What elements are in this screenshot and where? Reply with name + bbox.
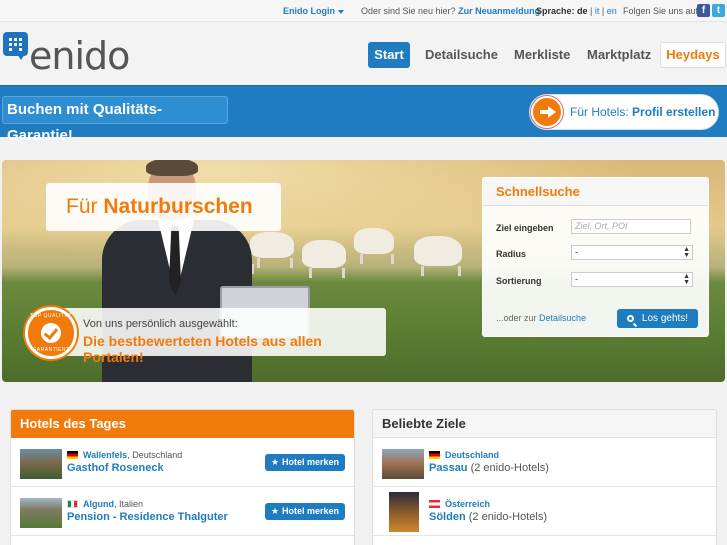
- destination-thumbnail[interactable]: [389, 492, 419, 532]
- destination-link[interactable]: Passau (2 enido-Hotels): [429, 462, 549, 474]
- save-hotel-button[interactable]: ★ Hotel merken: [265, 454, 345, 471]
- checkmark-icon: [41, 323, 61, 343]
- nav-merkliste[interactable]: Merkliste: [514, 42, 570, 68]
- popular-destinations-panel: Beliebte Ziele Deutschland Passau (2 eni…: [372, 409, 717, 545]
- sort-select[interactable]: - ▲ ▼: [571, 272, 693, 287]
- destination-link[interactable]: Sölden (2 enido-Hotels): [429, 511, 547, 523]
- star-icon: ★: [270, 457, 280, 467]
- hotel-thumbnail[interactable]: [20, 498, 62, 528]
- list-item[interactable]: Wallenfels, Deutschland Gasthof Roseneck…: [11, 439, 354, 487]
- panel-title: Hotels des Tages: [11, 410, 354, 438]
- facebook-icon[interactable]: f: [697, 4, 710, 17]
- detail-search-prompt: ...oder zur Detailsuche: [496, 313, 587, 323]
- create-profile-label: Für Hotels: Profil erstellen: [570, 105, 716, 119]
- search-icon: [626, 315, 634, 322]
- select-arrows-icon: ▲ ▼: [683, 273, 690, 286]
- list-item[interactable]: Österreich Sölden (2 enido-Hotels): [373, 488, 716, 536]
- quality-seal-icon: TOP QUALITÄT GARANTIERT: [25, 307, 77, 359]
- logo-text: enido: [29, 34, 130, 78]
- hotel-name-link[interactable]: Gasthof Roseneck: [67, 462, 164, 474]
- hero-tagline: Von uns persönlich ausgewählt: Die bestb…: [56, 308, 386, 365]
- hotel-name-link[interactable]: Pension - Residence Thalguter: [67, 511, 228, 523]
- germany-flag-icon: [429, 451, 440, 459]
- lang-it[interactable]: it: [595, 6, 600, 16]
- create-profile-button[interactable]: Für Hotels: Profil erstellen: [529, 94, 719, 130]
- destination-thumbnail[interactable]: [382, 449, 424, 479]
- nav-start[interactable]: Start: [368, 42, 410, 68]
- language-switcher: Sprache: de | it | en: [536, 6, 617, 16]
- detail-search-link[interactable]: Detailsuche: [539, 313, 586, 323]
- chevron-down-icon: [338, 9, 344, 14]
- signup-prompt: Oder sind Sie neu hier? Zur Neuanmeldung: [361, 6, 541, 16]
- panel-title: Beliebte Ziele: [373, 410, 716, 438]
- list-item[interactable]: Algund, Italien Pension - Residence Thal…: [11, 488, 354, 536]
- hotels-of-the-day-panel: Hotels des Tages Wallenfels, Deutschland…: [10, 409, 355, 545]
- twitter-icon[interactable]: t: [712, 4, 725, 17]
- promo-band: Buchen mit Qualitäts-Garantie! Für Hotel…: [0, 85, 727, 144]
- radius-select[interactable]: - ▲ ▼: [571, 245, 693, 260]
- sort-label: Sortierung: [496, 276, 542, 286]
- cow-image: [302, 240, 346, 278]
- signup-link[interactable]: Zur Neuanmeldung: [458, 6, 540, 16]
- cow-image: [414, 236, 462, 276]
- save-hotel-button[interactable]: ★ Hotel merken: [265, 503, 345, 520]
- nav-detailsuche[interactable]: Detailsuche: [425, 42, 498, 68]
- cow-image: [354, 228, 394, 264]
- utility-bar: Enido Login Oder sind Sie neu hier? Zur …: [0, 0, 727, 22]
- target-input[interactable]: Ziel, Ort, POI: [571, 219, 691, 234]
- arrow-right-icon: [531, 96, 563, 128]
- lang-en[interactable]: en: [607, 6, 617, 16]
- list-item[interactable]: Deutschland Passau (2 enido-Hotels): [373, 439, 716, 487]
- hotel-thumbnail[interactable]: [20, 449, 62, 479]
- target-label: Ziel eingeben: [496, 223, 554, 233]
- enido-logo[interactable]: enido: [3, 30, 130, 78]
- building-icon: [3, 32, 28, 60]
- germany-flag-icon: [67, 451, 78, 459]
- lang-de[interactable]: de: [577, 6, 588, 16]
- star-icon: ★: [270, 506, 280, 516]
- quick-search-title: Schnellsuche: [483, 178, 708, 206]
- radius-label: Radius: [496, 249, 527, 259]
- nav-heydays[interactable]: Heydays: [660, 42, 726, 68]
- quick-search-panel: Schnellsuche Ziel eingeben Ziel, Ort, PO…: [482, 177, 709, 337]
- guarantee-banner: Buchen mit Qualitäts-Garantie!: [2, 96, 228, 144]
- login-link[interactable]: Enido Login: [283, 6, 344, 16]
- follow-label: Folgen Sie uns auf:: [623, 6, 701, 16]
- hero-caption: Für Naturburschen: [46, 183, 281, 231]
- site-header: enido Start Detailsuche Merkliste Marktp…: [0, 22, 727, 84]
- italy-flag-icon: [67, 500, 78, 508]
- cow-image: [250, 232, 294, 268]
- austria-flag-icon: [429, 500, 440, 508]
- select-arrows-icon: ▲ ▼: [683, 246, 690, 259]
- search-button[interactable]: Los gehts!: [617, 309, 698, 328]
- nav-marktplatz[interactable]: Marktplatz: [587, 42, 651, 68]
